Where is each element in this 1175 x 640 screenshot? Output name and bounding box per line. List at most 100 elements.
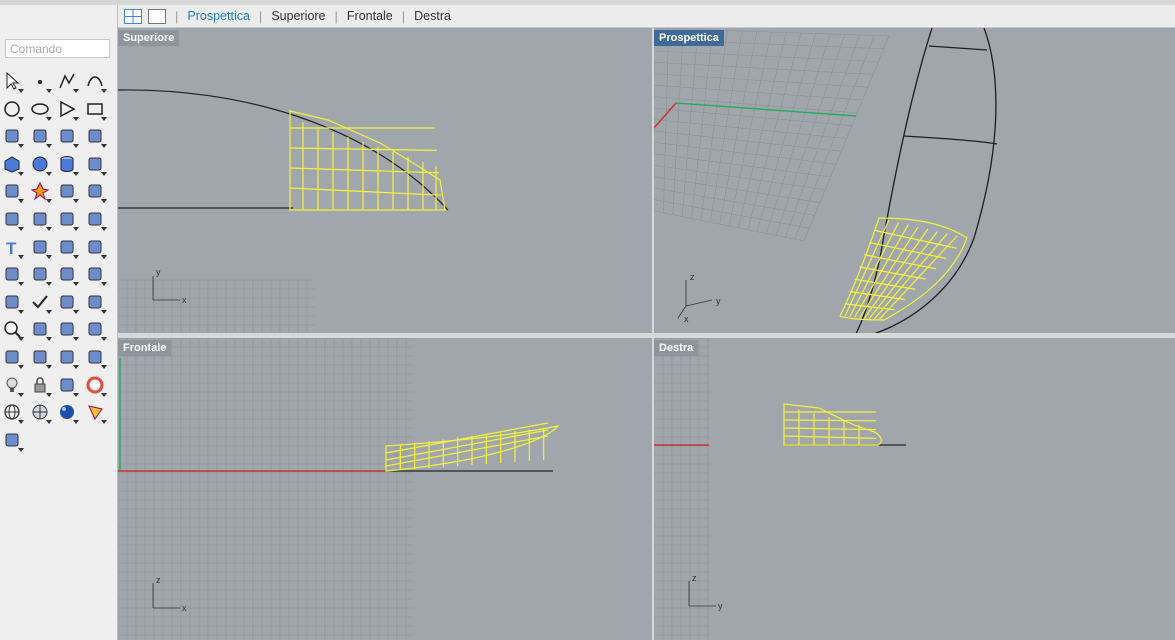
tab-separator: | — [401, 8, 406, 24]
tab-frontale[interactable]: Frontale — [347, 9, 393, 23]
zoom-window-icon[interactable] — [29, 318, 52, 342]
svg-text:T: T — [6, 239, 17, 257]
flyout-indicator — [18, 116, 24, 121]
viewport-prospettica[interactable]: z y x Prospettica — [654, 28, 1175, 333]
tab-prospettica[interactable]: Prospettica — [187, 9, 250, 23]
flyout-indicator — [18, 89, 24, 93]
boolean-union-icon[interactable] — [1, 180, 24, 204]
select-arrow-icon[interactable] — [1, 70, 24, 93]
curve-fillet-icon[interactable] — [56, 208, 79, 231]
transform-scale-icon[interactable] — [29, 236, 52, 259]
shell-icon[interactable] — [56, 291, 79, 314]
array-icon[interactable] — [56, 236, 79, 259]
flyout-indicator — [73, 199, 79, 204]
flyout-indicator — [18, 282, 24, 287]
tab-destra[interactable]: Destra — [414, 9, 451, 23]
rectangle-icon[interactable] — [84, 98, 107, 121]
axis-label-x: x — [182, 295, 187, 305]
cylinder-solid-icon[interactable] — [56, 153, 79, 176]
color-wheel-icon[interactable] — [84, 374, 107, 397]
zoom-icon[interactable] — [1, 318, 24, 342]
extrude-surface-icon[interactable] — [84, 153, 107, 176]
join-icon[interactable] — [1, 208, 24, 231]
lock-icon[interactable] — [29, 374, 52, 397]
axis-label-x: x — [684, 314, 689, 324]
viewport-label-superiore[interactable]: Superiore — [118, 30, 180, 46]
tab-separator: | — [334, 8, 338, 24]
flyout-indicator — [73, 227, 79, 231]
shaded-sphere-icon[interactable] — [29, 401, 52, 425]
render-cone-icon[interactable] — [84, 291, 107, 314]
flyout-indicator — [18, 420, 24, 425]
surface-from-curves-icon[interactable] — [56, 125, 79, 149]
flyout-indicator — [101, 171, 107, 176]
fillet-curve-icon[interactable] — [1, 125, 24, 149]
wire-sphere-icon[interactable] — [1, 401, 24, 425]
zoom-extents-icon[interactable] — [56, 318, 79, 342]
tool-sidebar: T — [0, 5, 118, 640]
flyout-indicator — [46, 420, 52, 425]
grid-array-icon[interactable] — [56, 263, 79, 287]
flyout-indicator — [18, 254, 24, 259]
viewport-label-destra[interactable]: Destra — [654, 340, 699, 356]
group-icon[interactable] — [29, 208, 52, 231]
extend-surface-icon[interactable] — [56, 180, 79, 204]
hierarchy-icon[interactable] — [1, 429, 24, 452]
flyout-indicator — [73, 309, 79, 314]
flyout-indicator — [46, 365, 52, 369]
superiore-surface — [289, 110, 446, 211]
flyout-indicator — [101, 420, 107, 425]
text-icon[interactable]: T — [1, 236, 24, 259]
analyze-icon[interactable] — [1, 291, 24, 314]
render-sphere-icon[interactable] — [56, 401, 79, 425]
viewport-label-prospettica[interactable]: Prospettica — [654, 30, 724, 46]
viewport-destra[interactable]: z y Destra — [654, 338, 1175, 640]
tab-separator: | — [175, 8, 179, 24]
sphere-solid-icon[interactable] — [29, 153, 52, 176]
viewport-area: y x Superiore z y x Prospettica z x Fron… — [118, 28, 1175, 640]
flyout-indicator — [73, 89, 79, 93]
light-bulb-icon[interactable] — [1, 374, 24, 397]
command-input[interactable] — [5, 39, 110, 58]
four-view-layout-icon[interactable] — [124, 8, 142, 24]
curve-points-icon[interactable] — [84, 70, 107, 93]
viewport-label-frontale[interactable]: Frontale — [118, 340, 172, 356]
prospettica-scene: z y x — [654, 28, 998, 333]
flyout-indicator — [46, 309, 52, 314]
viewport-frontale[interactable]: z x Frontale — [118, 338, 652, 640]
material-icon[interactable] — [56, 374, 79, 397]
circle-icon[interactable] — [1, 98, 24, 121]
superiore-grid — [118, 279, 315, 333]
point-icon[interactable] — [29, 70, 52, 93]
cplane-icon[interactable] — [56, 346, 79, 369]
layer-tools-icon[interactable] — [84, 263, 107, 287]
flyout-indicator — [73, 144, 79, 149]
flyout-indicator — [18, 199, 24, 204]
car-render-icon[interactable] — [29, 346, 52, 369]
viewport-superiore[interactable]: y x Superiore — [118, 28, 652, 333]
explode-icon[interactable] — [29, 180, 52, 204]
offset-curve-icon[interactable] — [29, 125, 52, 149]
frontale-scene: z x — [118, 338, 560, 640]
axis-label-z: z — [690, 272, 695, 282]
tab-superiore[interactable]: Superiore — [271, 9, 325, 23]
zoom-selected-icon[interactable] — [84, 318, 107, 342]
polyline-icon[interactable] — [56, 70, 79, 93]
superiore-scene: y x — [118, 89, 449, 333]
flyout-indicator — [101, 116, 107, 121]
patch-surface-icon[interactable] — [84, 125, 107, 149]
single-view-layout-icon[interactable] — [148, 8, 166, 24]
trim-icon[interactable] — [84, 180, 107, 204]
box-solid-icon[interactable] — [1, 153, 24, 176]
polygon-icon[interactable] — [56, 98, 79, 121]
solid-edit-icon[interactable] — [1, 263, 24, 287]
grid-snap-icon[interactable] — [84, 346, 107, 369]
mirror-icon[interactable] — [84, 236, 107, 259]
rotate-view-icon[interactable] — [1, 346, 24, 369]
pen-tool-icon[interactable] — [84, 401, 107, 425]
dimension-icon[interactable] — [29, 263, 52, 287]
flyout-indicator — [73, 337, 79, 342]
ellipse-icon[interactable] — [29, 98, 52, 121]
check-icon[interactable] — [29, 291, 52, 314]
blend-curve-icon[interactable] — [84, 208, 107, 231]
